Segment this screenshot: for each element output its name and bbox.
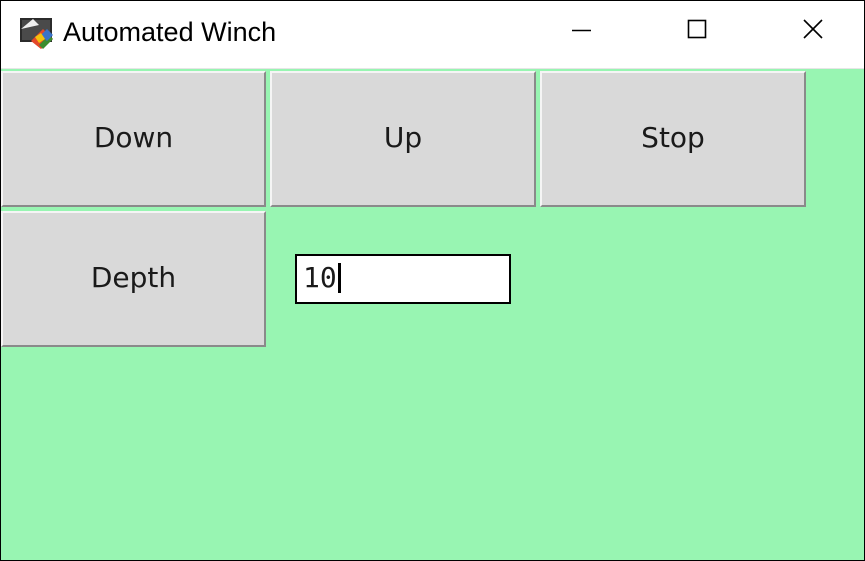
depth-input-value: 10 <box>303 261 337 294</box>
text-caret <box>337 263 341 293</box>
minimize-icon <box>572 29 591 32</box>
depth-input[interactable]: 10 <box>295 254 511 304</box>
depth-button[interactable]: Depth <box>1 211 266 347</box>
down-button[interactable]: Down <box>1 71 266 207</box>
content-area: Down Up Stop Depth 10 <box>1 69 864 560</box>
minimize-button[interactable] <box>525 1 640 59</box>
app-icon <box>19 15 55 51</box>
title-bar[interactable]: Automated Winch <box>1 1 864 69</box>
stop-button[interactable]: Stop <box>540 71 806 207</box>
close-button[interactable] <box>755 1 864 59</box>
window-title: Automated Winch <box>63 17 277 47</box>
close-icon <box>803 19 823 39</box>
maximize-button[interactable] <box>640 1 755 59</box>
app-window: Automated Winch Down Up Stop Depth 10 <box>0 0 865 561</box>
maximize-icon <box>687 19 707 39</box>
up-button[interactable]: Up <box>270 71 536 207</box>
